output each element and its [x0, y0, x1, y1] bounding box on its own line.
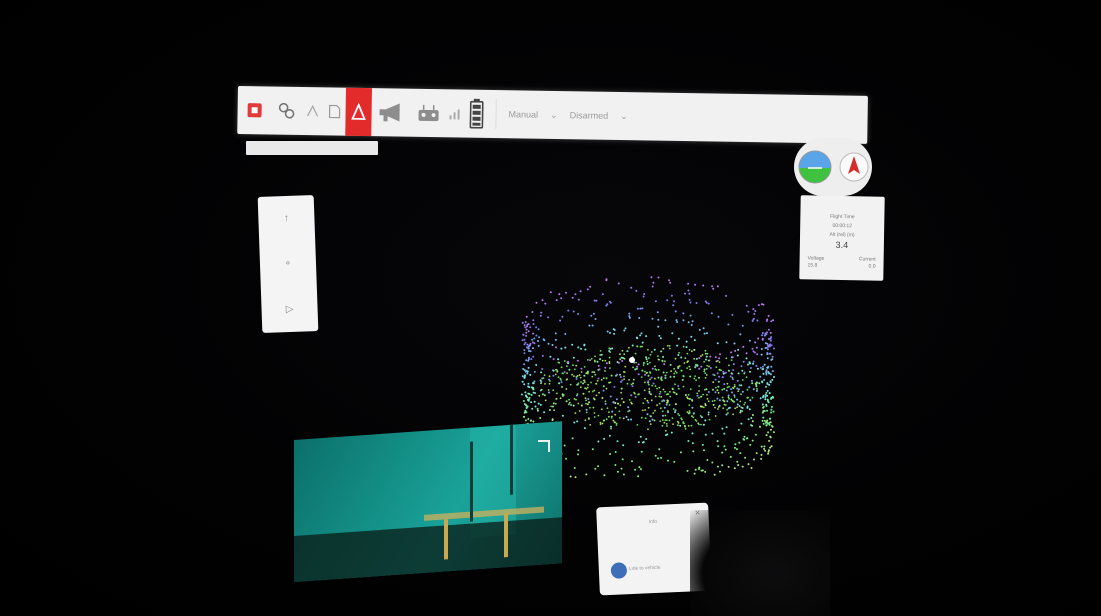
- stop-icon: [247, 103, 262, 118]
- center-icon[interactable]: ∘: [285, 258, 292, 269]
- current-label: Current: [858, 256, 876, 263]
- status-subbar: [246, 141, 378, 155]
- flight-time-value: 00:00:12: [832, 222, 852, 230]
- current-value: 0.0: [868, 263, 876, 270]
- battery-stat-values: 15.8 0.0: [799, 261, 883, 269]
- vehicle-icon: [306, 104, 319, 117]
- megaphone-button[interactable]: [371, 88, 412, 137]
- arm-status-selector[interactable]: Disarmed: [570, 110, 609, 121]
- alert-button[interactable]: [345, 87, 372, 137]
- flight-instruments[interactable]: [794, 138, 872, 196]
- settings-button[interactable]: [271, 87, 302, 135]
- camera-feed[interactable]: [294, 421, 562, 582]
- alert-icon: [351, 102, 366, 120]
- virtual-joystick-panel[interactable]: ↑ ∘ ▷: [257, 195, 319, 333]
- top-toolbar: Manual ⌄ Disarmed ⌄: [237, 86, 868, 144]
- vehicle-link-icon: [610, 562, 628, 579]
- waypoint-button[interactable]: [323, 87, 346, 135]
- joystick-icon: [418, 104, 439, 122]
- play-icon[interactable]: ▷: [286, 304, 294, 315]
- compass-icon: [839, 152, 868, 182]
- toolbar-divider: [495, 99, 497, 130]
- attitude-indicator-icon: [798, 150, 831, 184]
- notification-text: Link to vehicle: [628, 564, 661, 573]
- settings-icon: [278, 102, 295, 119]
- megaphone-icon: [379, 103, 400, 122]
- hand-shadow: [690, 510, 830, 616]
- flight-mode-selector[interactable]: Manual: [509, 109, 539, 119]
- chevron-down-icon: ⌄: [620, 110, 628, 121]
- signal-button[interactable]: [445, 89, 464, 137]
- altitude-label: Alt (rel) (m): [829, 231, 855, 239]
- flight-time-label: Flight Time: [830, 213, 855, 221]
- battery-stats: Voltage Current: [800, 249, 884, 262]
- telemetry-values-card: Flight Time 00:00:12 Alt (rel) (m) 3.4 V…: [799, 195, 885, 281]
- arrow-up-icon[interactable]: ↑: [284, 213, 289, 224]
- expand-icon[interactable]: [538, 440, 550, 452]
- camera-scene: [294, 424, 562, 582]
- voltage-label: Voltage: [807, 255, 825, 262]
- battery-button[interactable]: [463, 90, 490, 138]
- signal-icon: [449, 109, 460, 120]
- joystick-button[interactable]: [411, 89, 446, 138]
- battery-icon: [469, 98, 484, 129]
- vehicle-button[interactable]: [301, 87, 324, 135]
- stop-button[interactable]: [237, 86, 272, 135]
- voltage-value: 15.8: [807, 262, 818, 269]
- waypoint-icon: [328, 104, 341, 119]
- chevron-down-icon: ⌄: [550, 109, 558, 120]
- ground-control-screen: Manual ⌄ Disarmed ⌄ ↑ ∘ ▷ ⚙ Flight Time …: [0, 0, 1101, 616]
